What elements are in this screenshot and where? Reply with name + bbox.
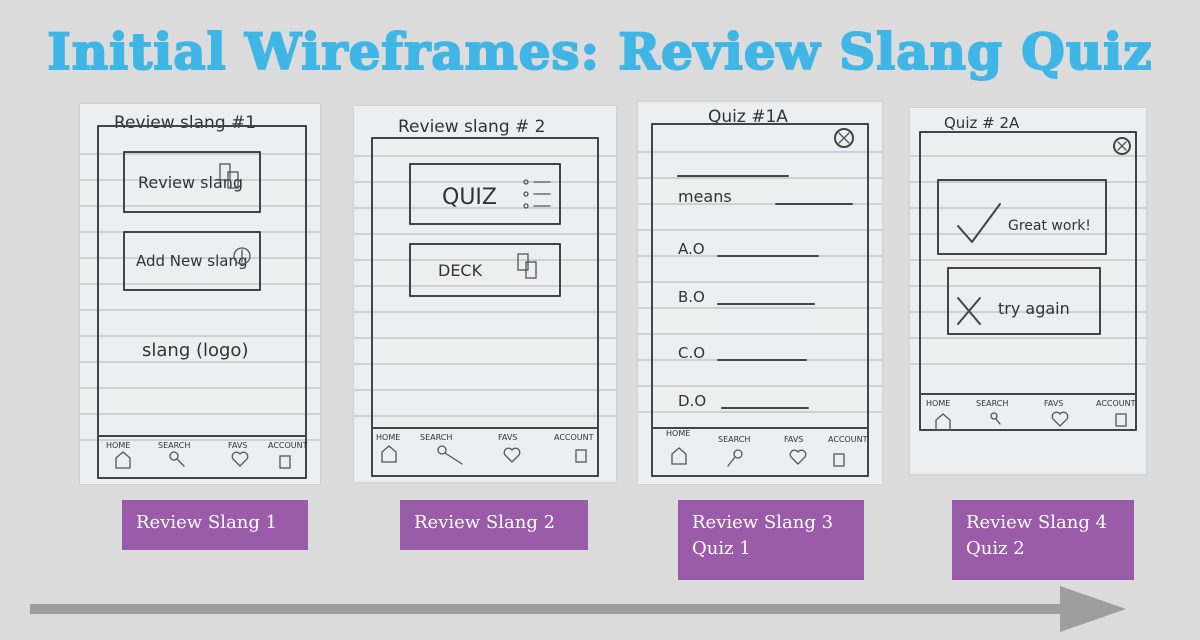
option-a: A.O [678, 240, 705, 258]
account-icon [279, 455, 291, 469]
svg-text:FAVS: FAVS [1044, 399, 1063, 408]
svg-text:HOME: HOME [106, 441, 130, 450]
option-d: D.O [678, 392, 706, 410]
svg-text:Review slang: Review slang [138, 173, 243, 192]
account-icon [575, 449, 587, 463]
svg-text:DECK: DECK [438, 261, 483, 280]
bottom-nav: HOME SEARCH FAVS ACCOUNT [106, 441, 308, 469]
paper-rules [910, 155, 1146, 365]
home-icon [115, 451, 131, 469]
svg-text:Great work!: Great work! [1008, 218, 1091, 234]
logo-placeholder: slang (logo) [142, 340, 248, 361]
svg-text:try again: try again [998, 299, 1070, 318]
deck-button-sketch [409, 243, 561, 297]
quiz-prompt: means [678, 187, 732, 206]
svg-text:QUIZ: QUIZ [442, 185, 497, 210]
bottom-nav: HOME SEARCH FAVS ACCOUNT [666, 429, 868, 467]
search-icon [169, 451, 185, 467]
paper-rules [80, 153, 320, 441]
svg-text:HOME: HOME [376, 433, 400, 442]
bottom-nav: HOME SEARCH FAVS ACCOUNT [376, 433, 594, 465]
phone-frame [919, 131, 1137, 431]
svg-text:HOME: HOME [926, 399, 950, 408]
svg-text:ACCOUNT: ACCOUNT [554, 433, 594, 442]
caption-review-slang-2: Review Slang 2 [400, 500, 588, 550]
home-icon [671, 447, 687, 465]
svg-text:SEARCH: SEARCH [718, 435, 750, 444]
great-work-button-sketch [937, 179, 1107, 255]
home-icon [381, 445, 397, 463]
search-icon [727, 449, 743, 467]
caption-review-slang-1: Review Slang 1 [122, 500, 308, 550]
svg-text:ACCOUNT: ACCOUNT [268, 441, 308, 450]
paper-rules [638, 151, 882, 413]
svg-text:FAVS: FAVS [228, 441, 247, 450]
account-icon [833, 453, 845, 467]
svg-text:ACCOUNT: ACCOUNT [828, 435, 868, 444]
svg-text:FAVS: FAVS [784, 435, 803, 444]
caption-review-slang-3: Review Slang 3 Quiz 1 [678, 500, 864, 580]
option-c: C.O [678, 344, 705, 362]
bottom-nav: HOME SEARCH FAVS ACCOUNT [926, 399, 1136, 431]
sketch-heading: Quiz # 2A [944, 114, 1020, 132]
page-title: Initial Wireframes: Review Slang Quiz [46, 21, 1153, 82]
search-icon [990, 412, 1001, 425]
svg-text:SEARCH: SEARCH [158, 441, 190, 450]
svg-text:HOME: HOME [666, 429, 690, 438]
home-icon [935, 413, 951, 431]
sketch-heading: Review slang # 2 [398, 117, 546, 137]
wireframe-review-slang-1: Review slang #1 Review slang Add New sla… [80, 104, 320, 484]
wireframe-quiz-2a: Quiz # 2A Great work! try again HOME SEA… [910, 108, 1146, 474]
svg-text:Add New slang: Add New slang [136, 252, 248, 270]
option-b: B.O [678, 288, 705, 306]
heart-icon [789, 449, 807, 465]
account-icon [1115, 413, 1127, 427]
heart-icon [1051, 411, 1069, 427]
sketch-heading: Review slang #1 [114, 113, 256, 133]
wireframe-review-slang-2: Review slang # 2 QUIZ DECK HOME SEARCH F… [354, 106, 616, 482]
svg-text:SEARCH: SEARCH [420, 433, 452, 442]
caption-review-slang-4: Review Slang 4 Quiz 2 [952, 500, 1134, 580]
heart-icon [503, 447, 521, 463]
svg-text:FAVS: FAVS [498, 433, 517, 442]
flow-arrow [30, 586, 1126, 632]
svg-text:SEARCH: SEARCH [976, 399, 1008, 408]
x-icon [957, 297, 981, 325]
wireframe-quiz-1a: Quiz #1A means A.O B.O C.O D.O HOME SEAR… [638, 102, 882, 484]
heart-icon [231, 451, 249, 467]
check-icon [957, 203, 1001, 243]
svg-text:ACCOUNT: ACCOUNT [1096, 399, 1136, 408]
search-icon [437, 445, 463, 465]
